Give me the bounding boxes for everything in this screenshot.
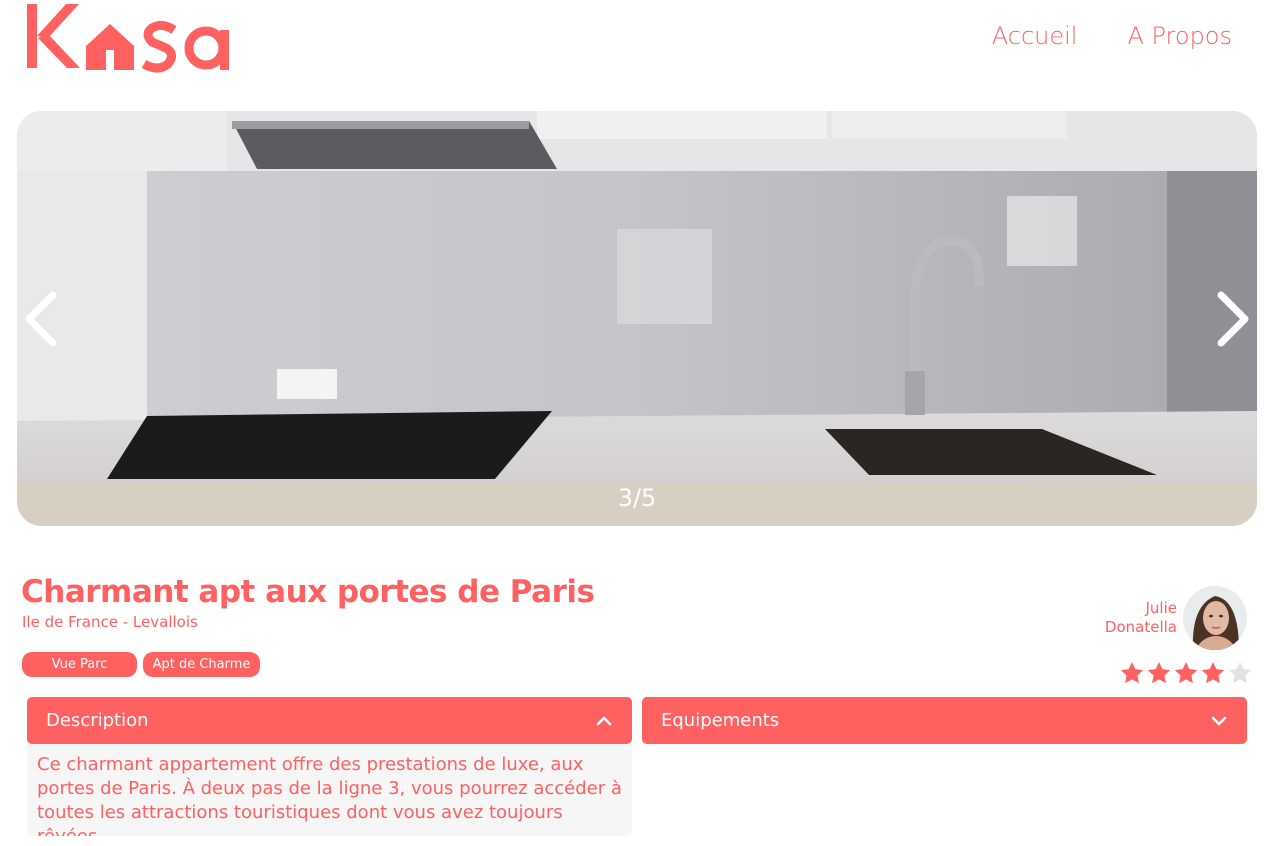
- collapse-description-title: Description: [46, 710, 149, 731]
- listing-title: Charmant apt aux portes de Paris: [21, 574, 595, 610]
- host-name: Julie Donatella: [1105, 599, 1177, 637]
- carousel-prev-button[interactable]: [21, 289, 61, 349]
- kasa-logo-icon: [27, 4, 229, 73]
- collapse-description-toggle[interactable]: Description: [27, 697, 632, 744]
- kitchen-photo: [17, 111, 1257, 526]
- nav-link-accueil[interactable]: Accueil: [992, 22, 1078, 50]
- listing-tags: Vue Parc Apt de Charme: [22, 652, 260, 677]
- carousel-counter: 3/5: [617, 484, 657, 512]
- collapse-equipements-title: Equipements: [661, 710, 780, 731]
- host-last-name: Donatella: [1104, 618, 1177, 636]
- collapse-description: Description Ce charmant appartement offr…: [27, 697, 632, 836]
- collapse-description-body: Ce charmant appartement offre des presta…: [27, 744, 632, 836]
- star-icon: [1147, 661, 1171, 684]
- chevron-down-icon: [1211, 716, 1227, 725]
- host-rating: [1119, 660, 1253, 686]
- main-nav: Accueil A Propos: [992, 22, 1232, 50]
- star-icon: [1228, 661, 1252, 684]
- avatar-photo-icon: [1183, 586, 1247, 650]
- photo-carousel: 3/5: [17, 111, 1257, 526]
- host-info: Julie Donatella: [1105, 586, 1247, 650]
- collapse-equipements-toggle[interactable]: Equipements: [642, 697, 1247, 744]
- listing-location: Ile de France - Levallois: [22, 613, 198, 631]
- star-icon: [1120, 661, 1144, 684]
- tag-item: Apt de Charme: [143, 652, 260, 677]
- carousel-next-button[interactable]: [1213, 289, 1253, 349]
- chevron-left-icon: [25, 291, 57, 347]
- chevron-right-icon: [1217, 291, 1249, 347]
- kasa-logo[interactable]: [26, 2, 238, 74]
- star-icon: [1201, 661, 1225, 684]
- chevron-up-icon: [596, 716, 612, 725]
- host-avatar: [1183, 586, 1247, 650]
- nav-link-a-propos[interactable]: A Propos: [1127, 22, 1232, 50]
- collapse-equipements: Equipements: [642, 697, 1247, 744]
- star-icon: [1174, 661, 1198, 684]
- host-first-name: Julie: [1145, 599, 1178, 617]
- tag-item: Vue Parc: [22, 652, 137, 677]
